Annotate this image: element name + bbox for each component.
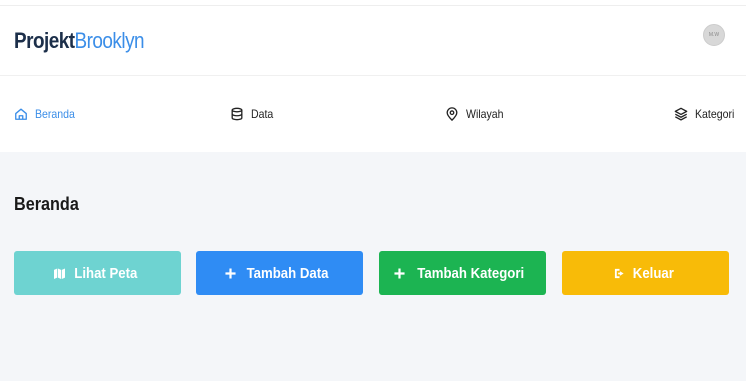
nav-item-wilayah[interactable]: Wilayah bbox=[445, 104, 509, 124]
database-icon bbox=[231, 107, 243, 121]
nav-label-wilayah: Wilayah bbox=[466, 107, 504, 121]
logout-label: Keluar bbox=[632, 264, 675, 282]
brand-name-light: Brooklyn bbox=[74, 28, 145, 53]
nav-label-kategori: Kategori bbox=[695, 107, 735, 121]
avatar-initials: M.W bbox=[708, 32, 720, 38]
view-map-label: Lihat Peta bbox=[73, 264, 138, 282]
map-pin-icon bbox=[446, 107, 458, 121]
logout-button[interactable]: Keluar bbox=[562, 251, 729, 295]
page-title: Beranda bbox=[14, 194, 79, 214]
add-category-label: Tambah Kategori bbox=[417, 264, 524, 282]
main-content: Beranda Lihat Peta Tambah Data Tambah Ka… bbox=[0, 152, 746, 381]
main-nav: Beranda Data Wilayah Kategori bbox=[0, 77, 746, 152]
add-data-button[interactable]: Tambah Data bbox=[196, 251, 363, 295]
brand-logo[interactable]: ProjektBrooklyn bbox=[14, 28, 145, 54]
nav-item-data[interactable]: Data bbox=[230, 104, 276, 124]
avatar[interactable]: M.W bbox=[703, 24, 725, 46]
map-icon bbox=[53, 267, 65, 279]
app-header: ProjektBrooklyn M.W bbox=[0, 6, 746, 76]
plus-icon bbox=[394, 267, 405, 279]
layers-icon bbox=[674, 107, 688, 121]
nav-item-kategori[interactable]: Kategori bbox=[674, 104, 740, 124]
brand-name-bold: Projekt bbox=[14, 28, 75, 53]
view-map-button[interactable]: Lihat Peta bbox=[14, 251, 181, 295]
nav-label-data: Data bbox=[251, 107, 274, 121]
add-category-button[interactable]: Tambah Kategori bbox=[379, 251, 546, 295]
logout-icon bbox=[615, 268, 624, 278]
plus-icon bbox=[225, 267, 236, 279]
nav-item-beranda[interactable]: Beranda bbox=[14, 104, 80, 124]
home-icon bbox=[15, 108, 27, 120]
nav-label-beranda: Beranda bbox=[35, 107, 75, 121]
add-data-label: Tambah Data bbox=[246, 264, 329, 282]
